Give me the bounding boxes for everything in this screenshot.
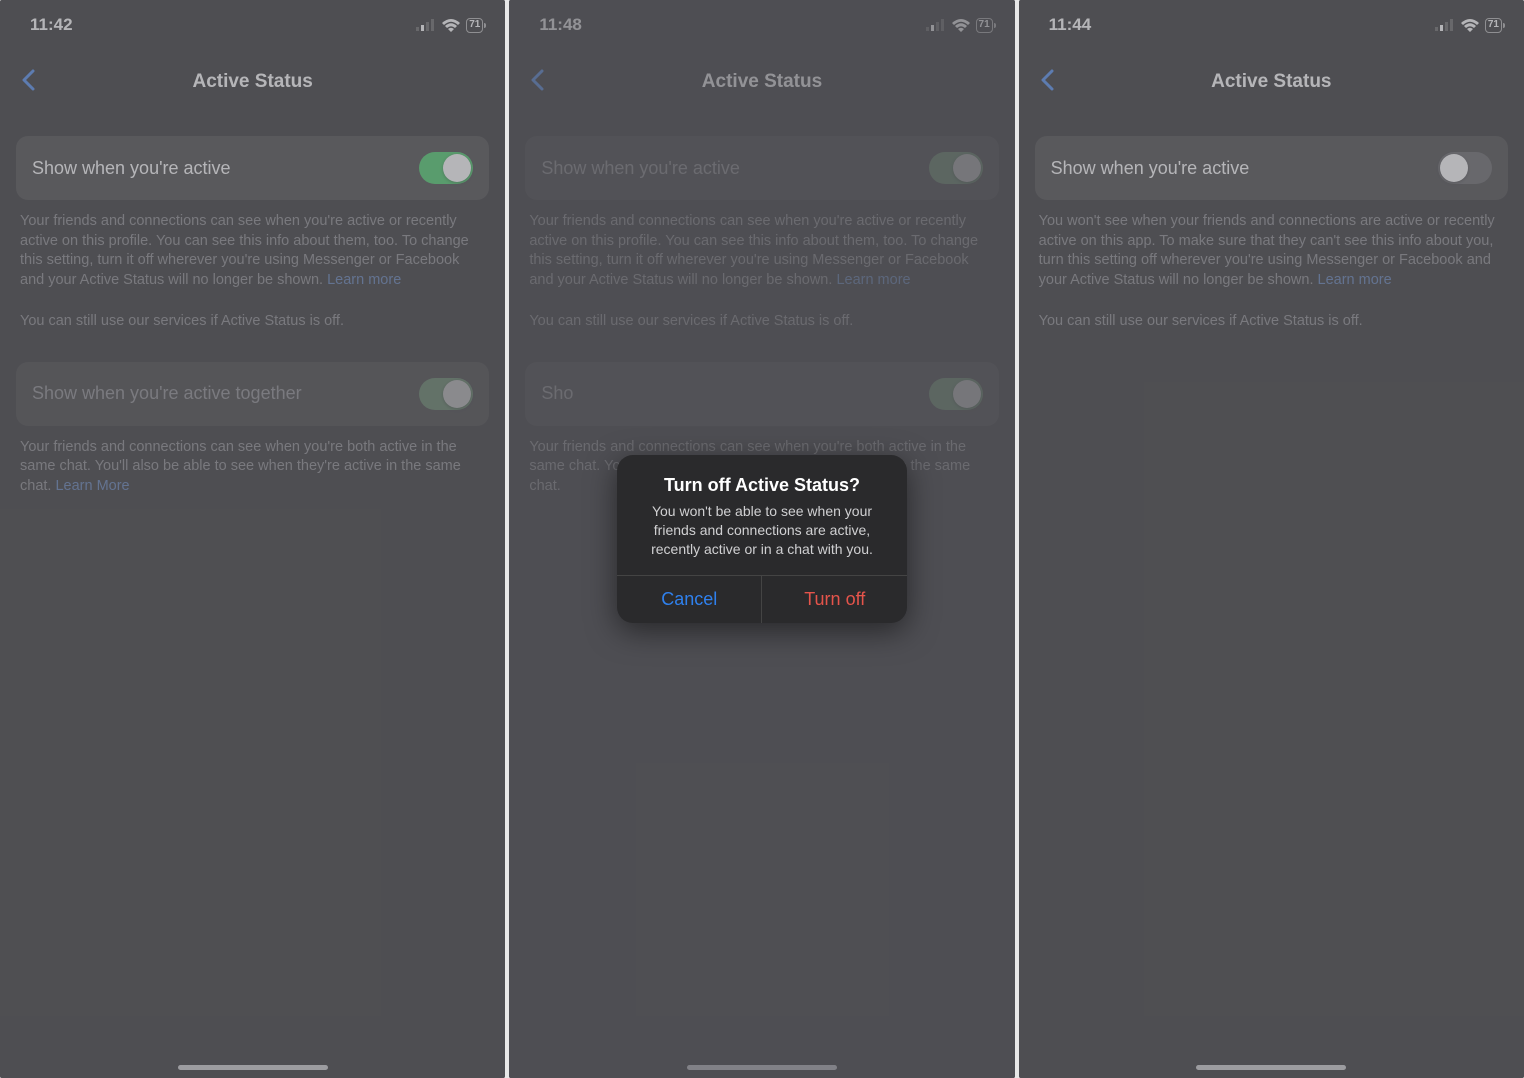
active-together-row[interactable]: Show when you're active together [16,362,489,426]
status-bar: 11:48 71 [509,0,1014,44]
active-status-note: You can still use our services if Active… [525,300,998,332]
page-title: Active Status [702,71,822,93]
active-status-description: Your friends and connections can see whe… [16,200,489,290]
status-time: 11:42 [30,15,73,35]
chevron-left-icon [21,69,35,91]
active-status-toggle[interactable] [1438,152,1492,184]
wifi-icon [1461,19,1479,32]
battery-icon: 71 [466,18,483,33]
home-indicator[interactable] [178,1065,328,1070]
chevron-left-icon [530,69,544,91]
learn-more-link-2[interactable]: Learn More [55,478,129,494]
status-time: 11:48 [539,15,582,35]
screenshot-3: 11:44 71 Active Status Show when you're … [1019,0,1524,1078]
active-status-note: You can still use our services if Active… [1035,300,1508,332]
screenshot-2: 11:48 71 Active Status Show when you're … [509,0,1014,1078]
dialog-message: You won't be able to see when your frien… [635,502,889,559]
active-status-note: You can still use our services if Active… [16,300,489,332]
cellular-icon [416,19,436,31]
back-button[interactable] [523,66,551,94]
confirm-dialog: Turn off Active Status? You won't be abl… [617,455,907,623]
wifi-icon [952,19,970,32]
page-title: Active Status [1211,71,1331,93]
dialog-title: Turn off Active Status? [635,475,889,496]
active-status-row[interactable]: Show when you're active [1035,136,1508,200]
active-status-label: Show when you're active [1051,158,1250,179]
active-status-description: You won't see when your friends and conn… [1035,200,1508,290]
status-indicators: 71 [416,18,483,33]
active-together-label: Show when you're active together [32,383,302,404]
active-together-toggle[interactable] [929,378,983,410]
cellular-icon [1435,19,1455,31]
active-together-label: Sho [541,383,573,404]
turn-off-button[interactable]: Turn off [761,576,907,623]
back-button[interactable] [14,66,42,94]
learn-more-link[interactable]: Learn more [836,272,910,288]
cancel-button[interactable]: Cancel [617,576,762,623]
active-status-label: Show when you're active [32,158,231,179]
active-together-row[interactable]: Sho [525,362,998,426]
status-time: 11:44 [1049,15,1092,35]
learn-more-link[interactable]: Learn more [327,272,401,288]
wifi-icon [442,19,460,32]
active-together-toggle[interactable] [419,378,473,410]
nav-header: Active Status [0,58,505,106]
status-bar: 11:42 71 [0,0,505,44]
active-status-row[interactable]: Show when you're active [16,136,489,200]
battery-icon: 71 [1485,18,1502,33]
status-indicators: 71 [1435,18,1502,33]
learn-more-link[interactable]: Learn more [1318,272,1392,288]
status-bar: 11:44 71 [1019,0,1524,44]
cellular-icon [926,19,946,31]
status-indicators: 71 [926,18,993,33]
home-indicator[interactable] [687,1065,837,1070]
page-title: Active Status [192,71,312,93]
nav-header: Active Status [509,58,1014,106]
active-together-description: Your friends and connections can see whe… [16,426,489,497]
screenshot-1: 11:42 71 Active Status Show when you're … [0,0,505,1078]
home-indicator[interactable] [1196,1065,1346,1070]
chevron-left-icon [1040,69,1054,91]
active-status-label: Show when you're active [541,158,740,179]
active-status-row[interactable]: Show when you're active [525,136,998,200]
active-status-description: Your friends and connections can see whe… [525,200,998,290]
back-button[interactable] [1033,66,1061,94]
active-status-toggle[interactable] [929,152,983,184]
active-status-toggle[interactable] [419,152,473,184]
nav-header: Active Status [1019,58,1524,106]
battery-icon: 71 [976,18,993,33]
